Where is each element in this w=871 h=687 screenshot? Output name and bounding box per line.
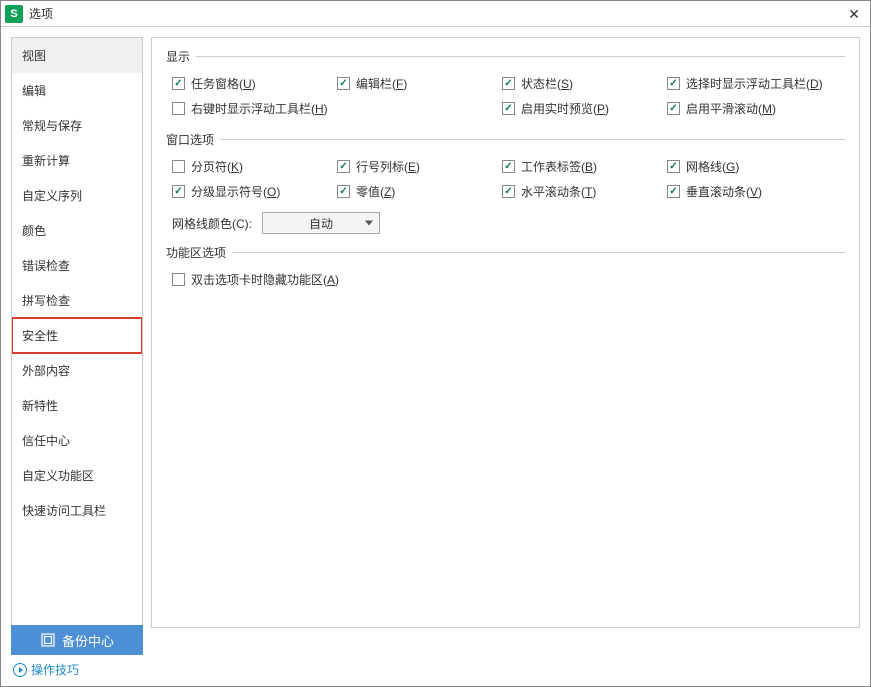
- footer: 备份中心 操作技巧: [1, 625, 870, 686]
- checkbox-option[interactable]: 工作表标签(B): [502, 158, 667, 175]
- checkbox[interactable]: [667, 102, 680, 115]
- checkbox[interactable]: [667, 185, 680, 198]
- sidebar-item[interactable]: 颜色: [12, 213, 142, 248]
- settings-group: 窗口选项分页符(K) 行号列标(E) 工作表标签(B) 网格线(G) 分级显示符号(O)…: [166, 131, 845, 234]
- checkbox[interactable]: [667, 160, 680, 173]
- app-icon: S: [5, 5, 23, 23]
- checkbox-label: 编辑栏(F): [356, 75, 407, 92]
- group-label: 窗口选项: [166, 131, 214, 148]
- checkbox[interactable]: [337, 185, 350, 198]
- chevron-down-icon: [365, 221, 373, 226]
- settings-group: 功能区选项双击选项卡时隐藏功能区(A): [166, 244, 845, 292]
- checkbox-label: 分级显示符号(O): [191, 183, 280, 200]
- sidebar-item[interactable]: 视图: [12, 38, 142, 73]
- checkbox-label: 选择时显示浮动工具栏(D): [686, 75, 823, 92]
- checkbox-option[interactable]: 垂直滚动条(V): [667, 183, 832, 200]
- settings-group: 显示任务窗格(U) 编辑栏(F) 状态栏(S) 选择时显示浮动工具栏(D) 右键时显示浮…: [166, 48, 845, 121]
- sidebar-item[interactable]: 快速访问工具栏: [12, 493, 142, 528]
- divider: [196, 56, 845, 57]
- checkbox[interactable]: [667, 77, 680, 90]
- group-label: 功能区选项: [166, 244, 226, 261]
- checkbox[interactable]: [172, 185, 185, 198]
- gridline-color-row: 网格线颜色(C): 自动: [172, 212, 845, 234]
- checkbox-option[interactable]: 启用平滑滚动(M): [667, 100, 832, 117]
- checkbox-label: 双击选项卡时隐藏功能区(A): [191, 271, 339, 288]
- backup-center-button[interactable]: 备份中心: [11, 625, 143, 655]
- dialog-title: 选项: [29, 5, 53, 22]
- backup-label: 备份中心: [62, 631, 114, 650]
- checkbox-option[interactable]: 编辑栏(F): [337, 75, 502, 92]
- checkbox-label: 启用平滑滚动(M): [686, 100, 776, 117]
- sidebar-item[interactable]: 重新计算: [12, 143, 142, 178]
- checkbox[interactable]: [502, 77, 515, 90]
- checkbox-label: 启用实时预览(P): [521, 100, 609, 117]
- gridline-color-select[interactable]: 自动: [262, 212, 380, 234]
- sidebar-item[interactable]: 编辑: [12, 73, 142, 108]
- checkbox-label: 行号列标(E): [356, 158, 420, 175]
- checkbox[interactable]: [172, 77, 185, 90]
- checkbox[interactable]: [172, 102, 185, 115]
- checkbox[interactable]: [502, 160, 515, 173]
- checkbox[interactable]: [337, 77, 350, 90]
- checkbox-label: 状态栏(S): [521, 75, 573, 92]
- sidebar-item[interactable]: 自定义序列: [12, 178, 142, 213]
- checkbox-label: 网格线(G): [686, 158, 739, 175]
- sidebar-item[interactable]: 安全性: [12, 318, 142, 353]
- gridline-color-label: 网格线颜色(C):: [172, 215, 252, 232]
- checkbox[interactable]: [172, 273, 185, 286]
- checkbox-option[interactable]: 右键时显示浮动工具栏(H): [172, 100, 337, 117]
- sidebar-item[interactable]: 拼写检查: [12, 283, 142, 318]
- checkbox-option[interactable]: 双击选项卡时隐藏功能区(A): [172, 271, 845, 288]
- checkbox-option[interactable]: 分级显示符号(O): [172, 183, 337, 200]
- play-icon: [13, 663, 27, 677]
- checkbox-option[interactable]: 选择时显示浮动工具栏(D): [667, 75, 832, 92]
- checkbox[interactable]: [172, 160, 185, 173]
- checkbox-option[interactable]: 水平滚动条(T): [502, 183, 667, 200]
- tips-link[interactable]: 操作技巧: [13, 661, 860, 678]
- checkbox-option[interactable]: 网格线(G): [667, 158, 832, 175]
- checkbox-option[interactable]: 零值(Z): [337, 183, 502, 200]
- sidebar-item[interactable]: 错误检查: [12, 248, 142, 283]
- group-label: 显示: [166, 48, 190, 65]
- checkbox-label: 零值(Z): [356, 183, 395, 200]
- sidebar-item[interactable]: 自定义功能区: [12, 458, 142, 493]
- divider: [232, 252, 845, 253]
- content-panel: 显示任务窗格(U) 编辑栏(F) 状态栏(S) 选择时显示浮动工具栏(D) 右键时显示浮…: [151, 37, 860, 628]
- checkbox[interactable]: [502, 102, 515, 115]
- sidebar-item[interactable]: 常规与保存: [12, 108, 142, 143]
- checkbox-label: 任务窗格(U): [191, 75, 256, 92]
- tips-label: 操作技巧: [31, 661, 79, 678]
- checkbox[interactable]: [337, 160, 350, 173]
- checkbox-option[interactable]: 状态栏(S): [502, 75, 667, 92]
- checkbox-option[interactable]: 行号列标(E): [337, 158, 502, 175]
- divider: [220, 139, 845, 140]
- checkbox-option[interactable]: 启用实时预览(P): [502, 100, 667, 117]
- checkbox-label: 右键时显示浮动工具栏(H): [191, 100, 328, 117]
- sidebar: 视图编辑常规与保存重新计算自定义序列颜色错误检查拼写检查安全性外部内容新特性信任…: [11, 37, 143, 628]
- checkbox-label: 分页符(K): [191, 158, 243, 175]
- close-button[interactable]: ✕: [844, 4, 864, 24]
- checkbox-option[interactable]: 任务窗格(U): [172, 75, 337, 92]
- body: 视图编辑常规与保存重新计算自定义序列颜色错误检查拼写检查安全性外部内容新特性信任…: [1, 27, 870, 638]
- checkbox-label: 工作表标签(B): [521, 158, 597, 175]
- sidebar-item[interactable]: 外部内容: [12, 353, 142, 388]
- titlebar: S 选项 ✕: [1, 1, 870, 27]
- checkbox-label: 水平滚动条(T): [521, 183, 596, 200]
- checkbox[interactable]: [502, 185, 515, 198]
- sidebar-item[interactable]: 新特性: [12, 388, 142, 423]
- backup-icon: [40, 632, 56, 648]
- checkbox-label: 垂直滚动条(V): [686, 183, 762, 200]
- select-value: 自动: [309, 215, 333, 232]
- checkbox-option[interactable]: 分页符(K): [172, 158, 337, 175]
- sidebar-item[interactable]: 信任中心: [12, 423, 142, 458]
